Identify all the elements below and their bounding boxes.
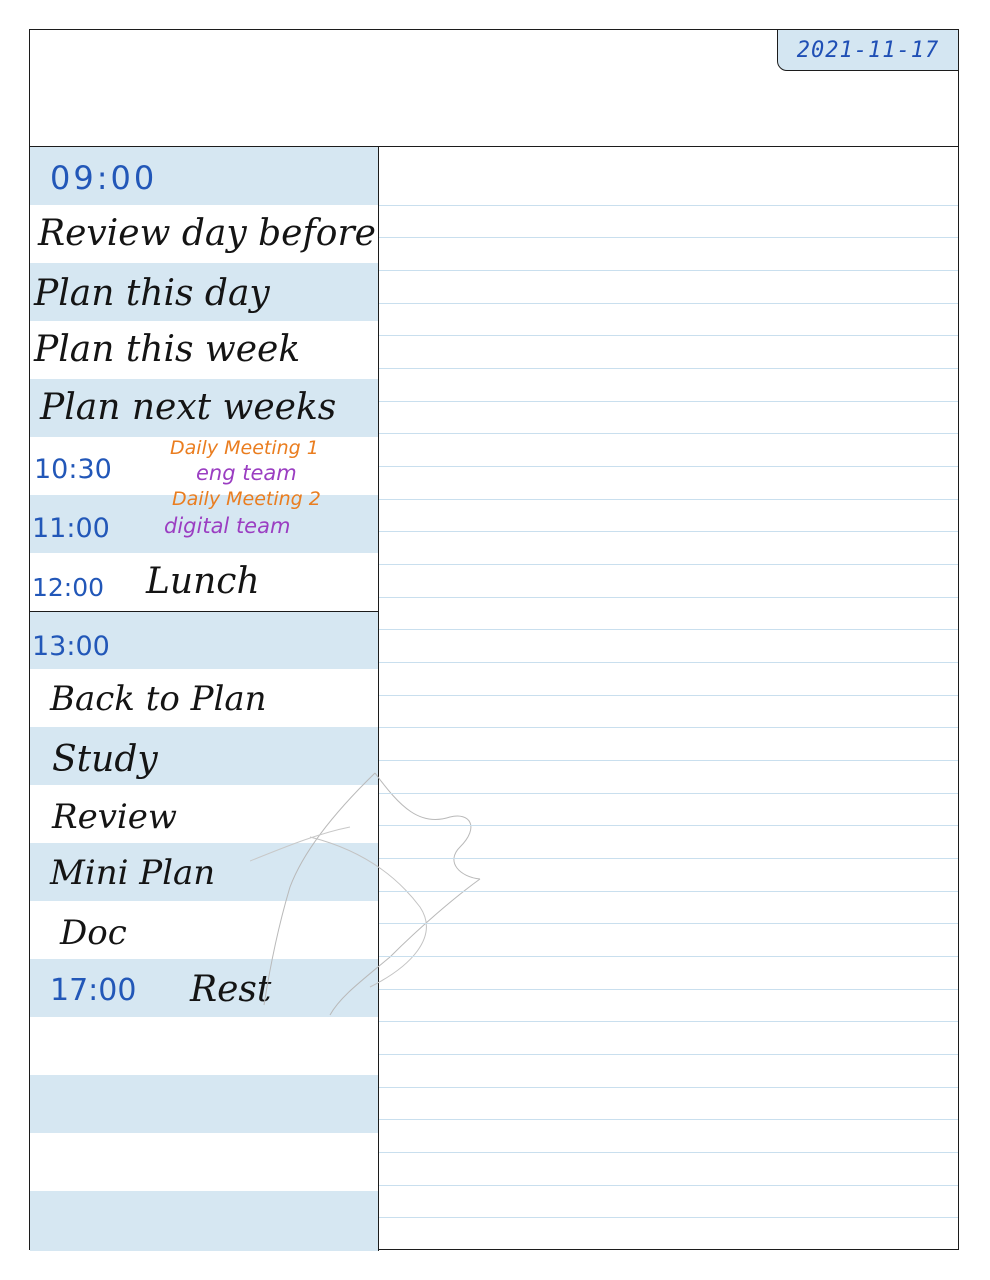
task-rest: Rest (190, 969, 272, 1010)
meeting2-title: Daily Meeting 2 (172, 488, 321, 510)
note-rule (379, 237, 958, 238)
note-rule (379, 727, 958, 728)
task-plan-next-weeks: Plan next weeks (40, 387, 337, 428)
midday-divider (30, 611, 378, 612)
time-1300: 13:00 (32, 631, 110, 662)
note-rule (379, 499, 958, 500)
task-lunch: Lunch (146, 561, 260, 602)
note-rule (379, 891, 958, 892)
task-plan-this-week: Plan this week (34, 329, 301, 370)
schedule-row (30, 1017, 378, 1075)
note-rule (379, 531, 958, 532)
notes-area[interactable] (379, 147, 958, 1251)
note-rule (379, 1087, 958, 1088)
note-rule (379, 825, 958, 826)
note-rule (379, 1119, 958, 1120)
meeting1-team: eng team (196, 461, 297, 485)
schedule-row (30, 1191, 378, 1251)
meeting1-title: Daily Meeting 1 (170, 437, 319, 459)
time-1200: 12:00 (32, 573, 105, 602)
note-rule (379, 466, 958, 467)
time-1100: 11:00 (32, 513, 110, 544)
note-rule (379, 401, 958, 402)
note-rule (379, 1054, 958, 1055)
note-rule (379, 1152, 958, 1153)
task-doc: Doc (60, 913, 127, 953)
schedule-row (30, 1075, 378, 1133)
task-review: Review (52, 797, 178, 837)
note-rule (379, 923, 958, 924)
time-0900: 09:00 (50, 159, 158, 197)
note-rule (379, 270, 958, 271)
task-mini-plan: Mini Plan (50, 853, 216, 893)
time-1030: 10:30 (34, 454, 112, 485)
note-rule (379, 793, 958, 794)
note-rule (379, 1021, 958, 1022)
task-study: Study (52, 739, 158, 780)
note-rule (379, 1217, 958, 1218)
note-rule (379, 629, 958, 630)
note-rule (379, 335, 958, 336)
note-rule (379, 368, 958, 369)
task-back-to-plan: Back to Plan (50, 679, 267, 719)
note-rule (379, 205, 958, 206)
planner-page: 2021-11-17 09:00 Review day before Plan … (29, 29, 959, 1251)
task-plan-this-day: Plan this day (34, 273, 270, 314)
header-area[interactable]: 2021-11-17 (30, 29, 959, 147)
note-rule (379, 989, 958, 990)
note-rule (379, 956, 958, 957)
schedule-column[interactable]: 09:00 Review day before Plan this day Pl… (30, 147, 481, 1251)
note-rule (379, 564, 958, 565)
note-rule (379, 858, 958, 859)
time-1700: 17:00 (50, 973, 137, 1008)
task-review-day-before: Review day before (38, 213, 376, 254)
note-rule (379, 760, 958, 761)
note-rule (379, 695, 958, 696)
note-rule (379, 662, 958, 663)
note-rule (379, 433, 958, 434)
schedule-row (30, 1133, 378, 1191)
note-rule (379, 1185, 958, 1186)
note-rule (379, 597, 958, 598)
note-rule (379, 303, 958, 304)
meeting2-team: digital team (164, 514, 291, 538)
date-label: 2021-11-17 (777, 29, 959, 71)
